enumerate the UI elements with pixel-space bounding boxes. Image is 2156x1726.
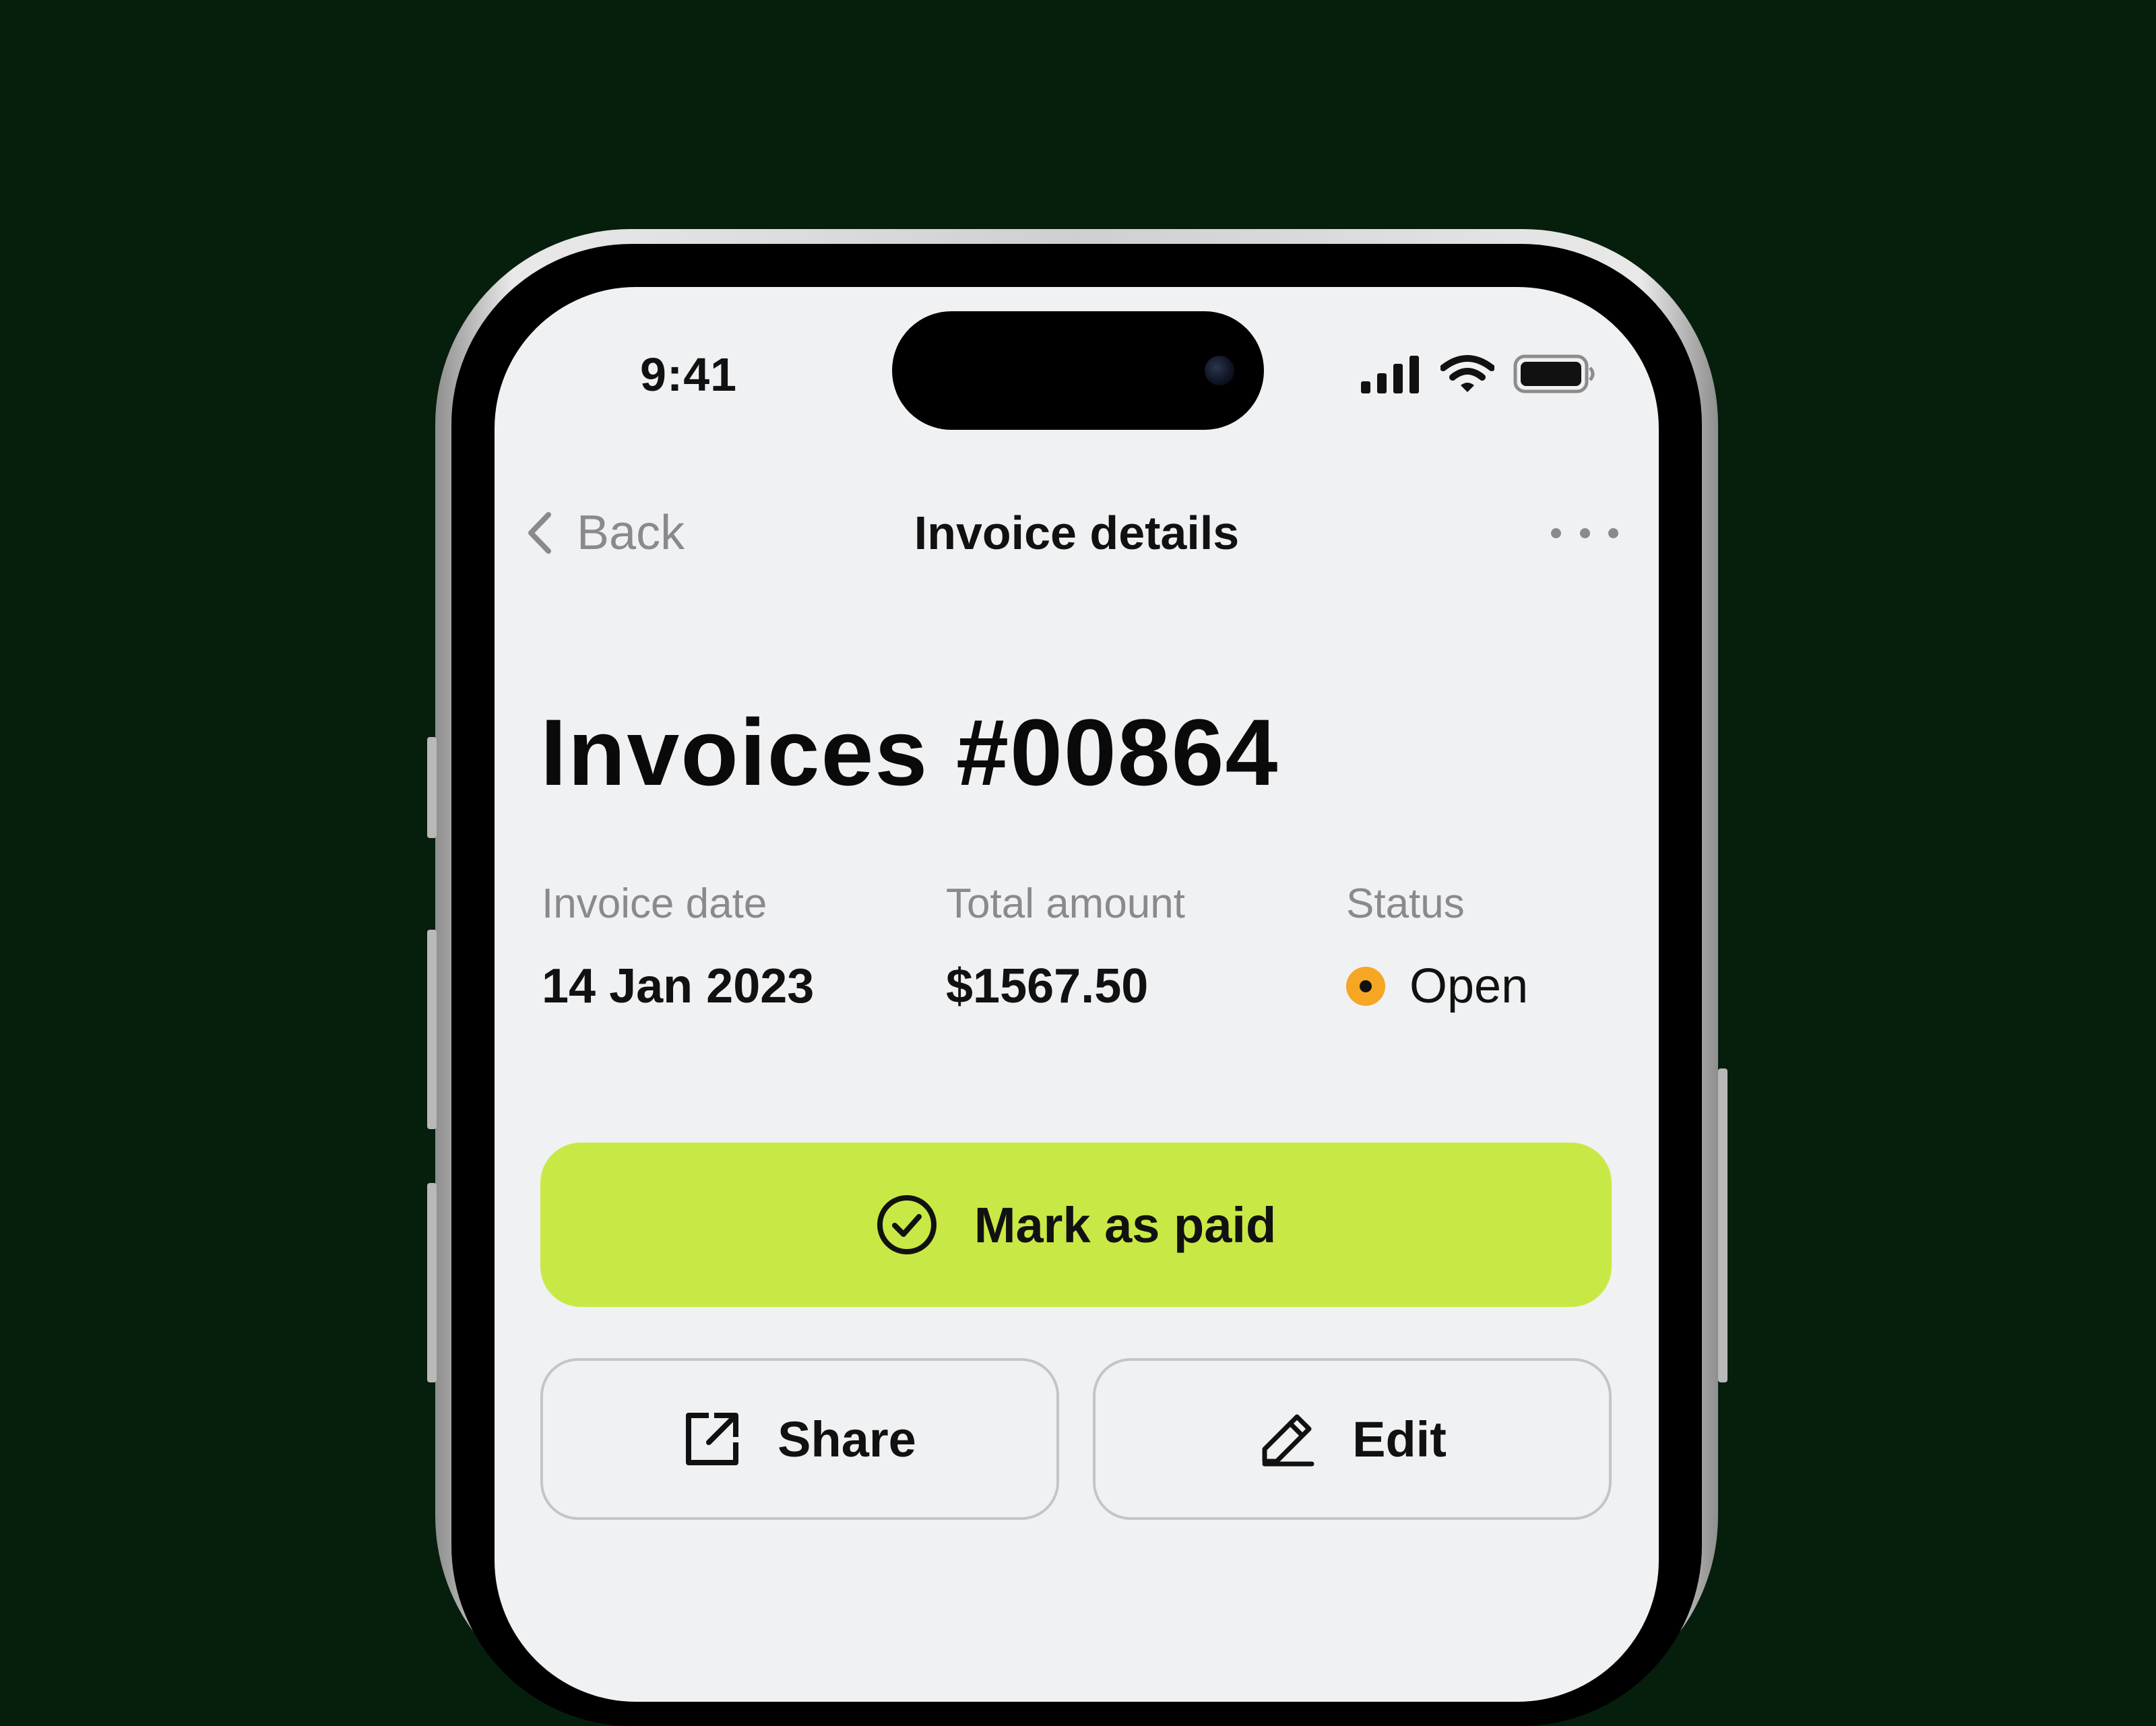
status-badge: Open <box>1346 959 1528 1014</box>
total-amount-label: Total amount <box>946 881 1185 927</box>
invoice-date-label: Invoice date <box>542 881 767 927</box>
invoice-date-column: Invoice date 14 Jan 2023 <box>542 880 814 1014</box>
power-button <box>1718 1068 1727 1382</box>
total-amount-column: Total amount $1567.50 <box>946 880 1185 1014</box>
total-amount-value: $1567.50 <box>946 959 1149 1013</box>
status-label: Status <box>1346 881 1465 927</box>
page-title: Invoice details <box>914 507 1240 559</box>
silent-switch <box>427 737 437 838</box>
status-dot-icon <box>1346 967 1385 1006</box>
status-bar-icons <box>1361 354 1597 395</box>
volume-up-button <box>427 930 437 1129</box>
dynamic-island <box>892 311 1264 430</box>
invoice-date-value: 14 Jan 2023 <box>542 959 815 1013</box>
mark-as-paid-label: Mark as paid <box>974 1196 1277 1253</box>
more-horizontal-icon[interactable] <box>1551 523 1618 543</box>
battery-icon <box>1513 354 1595 393</box>
volume-down-button <box>427 1183 437 1382</box>
status-column: Status Open <box>1346 880 1528 1014</box>
edit-label: Edit <box>1352 1411 1447 1467</box>
camera-icon <box>1205 356 1234 385</box>
status-bar-time: 9:41 <box>640 348 738 401</box>
edit-button[interactable]: Edit <box>1093 1358 1612 1520</box>
mark-as-paid-button[interactable]: Mark as paid <box>540 1143 1612 1307</box>
share-external-icon <box>686 1413 739 1465</box>
invoice-title: Invoices #00864 <box>540 699 1279 805</box>
status-value: Open <box>1409 959 1529 1013</box>
wifi-icon <box>1440 355 1494 392</box>
share-button[interactable]: Share <box>540 1358 1059 1520</box>
phone-screen: 9:41 Back Invoice details Invoices #0086… <box>495 287 1659 1702</box>
share-label: Share <box>778 1411 916 1467</box>
pencil-icon <box>1262 1414 1314 1467</box>
cellular-signal-icon <box>1361 356 1419 393</box>
check-circle-icon <box>877 1195 937 1254</box>
